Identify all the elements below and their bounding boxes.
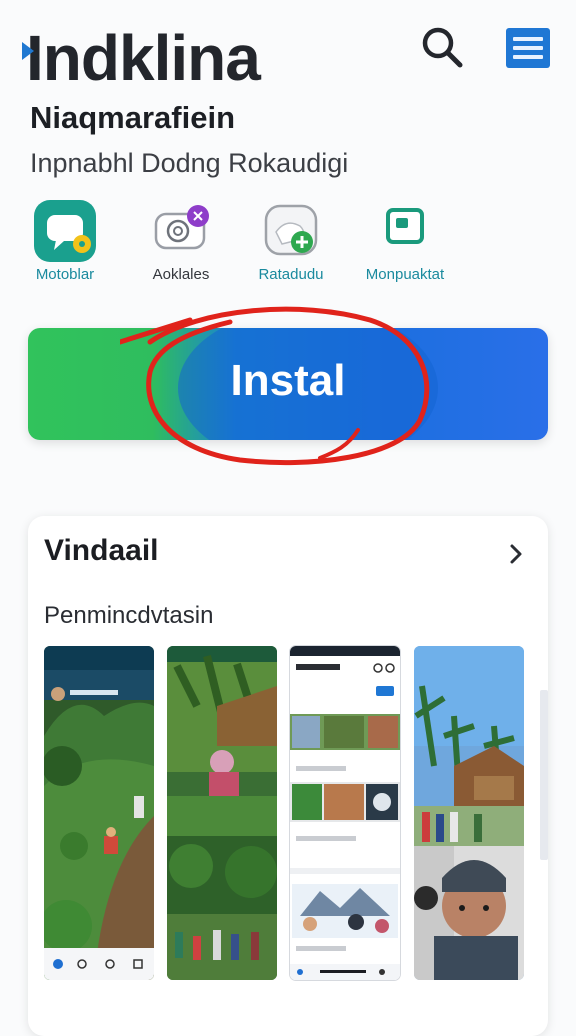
- category-label: Aoklales: [152, 266, 210, 283]
- hamburger-menu-icon[interactable]: [506, 28, 550, 68]
- category-label: Motoblar: [35, 266, 95, 283]
- screenshot-partial: [540, 690, 548, 860]
- app-tagline: Inpnabhl Dodng Rokaudigi: [30, 148, 349, 178]
- category-monpuaktat[interactable]: Monpuaktat: [350, 200, 460, 283]
- screenshot-farm-hills[interactable]: [44, 646, 154, 980]
- screenshot-village-portrait[interactable]: [414, 646, 524, 980]
- screenshot-social-feed[interactable]: [290, 646, 400, 980]
- message-add-icon: [260, 200, 322, 262]
- logo-mark: [22, 42, 34, 60]
- search-icon[interactable]: [418, 24, 466, 72]
- chevron-right-icon[interactable]: [502, 540, 530, 568]
- install-button-label: Instal: [230, 356, 346, 405]
- category-aoklales[interactable]: Aoklales: [126, 200, 236, 283]
- chat-bubble-icon: [34, 200, 96, 262]
- install-button[interactable]: Instal: [28, 328, 548, 440]
- category-label: Monpuaktat: [365, 266, 445, 283]
- square-app-icon: [374, 200, 436, 262]
- app-subtitle: Niaqmarafiein: [30, 100, 236, 135]
- category-label: Ratadudu: [258, 266, 324, 283]
- camera-icon: [150, 200, 212, 262]
- category-motoblar[interactable]: Motoblar: [10, 200, 120, 283]
- gallery-title: Penmincdvtasin: [44, 602, 214, 629]
- app-title: Indklina: [22, 18, 261, 98]
- details-title: Vindaail: [44, 534, 159, 567]
- screenshot-village-jungle[interactable]: [167, 646, 277, 980]
- category-ratadudu[interactable]: Ratadudu: [236, 200, 346, 283]
